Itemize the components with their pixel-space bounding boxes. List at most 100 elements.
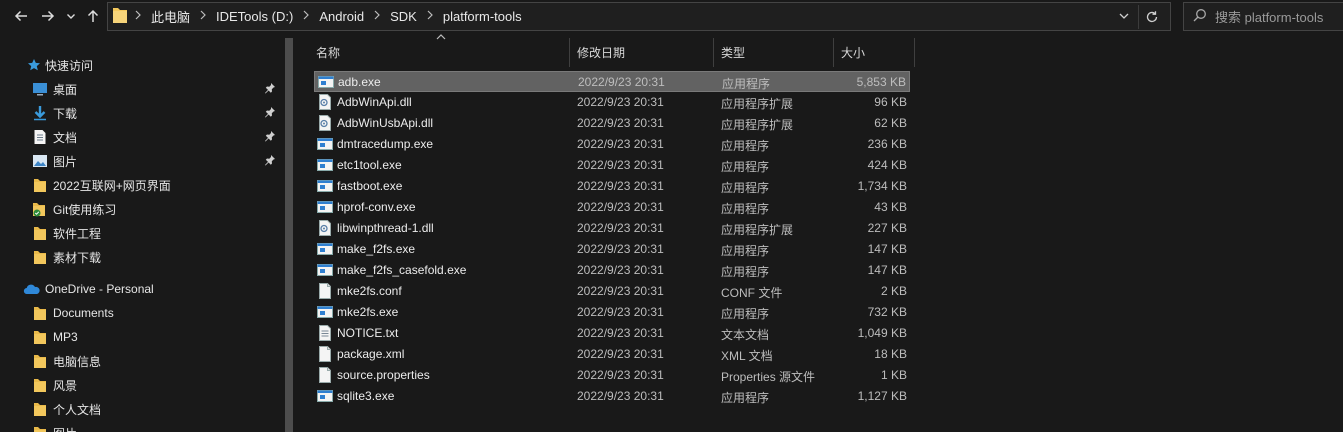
file-type: 应用程序 [721, 139, 770, 153]
exe-icon [318, 74, 334, 90]
sidebar-onedrive[interactable]: OneDrive - Personal [0, 278, 283, 300]
breadcrumb-separator-chevron-icon[interactable] [302, 10, 310, 23]
file-name[interactable]: fastboot.exe [337, 179, 402, 193]
file-name[interactable]: hprof-conv.exe [337, 200, 416, 214]
file-name[interactable]: sqlite3.exe [337, 389, 394, 403]
column-header-date[interactable]: 修改日期 [577, 37, 625, 67]
file-row[interactable]: source.properties 2022/9/23 20:31 Properti… [314, 365, 910, 386]
file-name[interactable]: NOTICE.txt [337, 326, 398, 340]
column-divider[interactable] [713, 38, 714, 67]
sidebar-item[interactable]: 风景 [0, 374, 283, 396]
file-type: 应用程序扩展 [721, 97, 794, 111]
file-name[interactable]: mke2fs.conf [337, 284, 402, 298]
sidebar-item-label: 电脑信息 [53, 354, 102, 369]
sidebar-item[interactable]: 素材下载 [0, 246, 283, 268]
file-type: 应用程序 [721, 181, 770, 195]
back-button[interactable] [10, 4, 32, 28]
file-name[interactable]: package.xml [337, 347, 404, 361]
pin-icon[interactable] [264, 106, 276, 121]
pin-icon[interactable] [264, 82, 276, 97]
file-name[interactable]: AdbWinApi.dll [337, 95, 412, 109]
file-row[interactable]: NOTICE.txt 2022/9/23 20:31 文本文档 1,049 KB [314, 323, 910, 344]
navigation-pane: 快速访问 桌面 下载 文档 图片 2022互联网+网页界面 Git使用练习 软件工程 素材下载… [0, 38, 283, 432]
sidebar-item[interactable]: 2022互联网+网页界面 [0, 174, 283, 196]
recent-locations-button[interactable] [62, 4, 80, 28]
breadcrumb-separator-chevron-icon[interactable] [199, 10, 207, 23]
file-name[interactable]: libwinpthread-1.dll [337, 221, 434, 235]
forward-button[interactable] [37, 4, 59, 28]
file-name[interactable]: make_f2fs.exe [337, 242, 415, 256]
pin-icon[interactable] [264, 130, 276, 145]
refresh-button[interactable] [1138, 5, 1164, 29]
column-divider[interactable] [833, 38, 834, 67]
column-divider[interactable] [569, 38, 570, 67]
file-row[interactable]: make_f2fs.exe 2022/9/23 20:31 应用程序 147 KB [314, 239, 910, 260]
search-box[interactable]: 搜索 platform-tools [1183, 2, 1343, 31]
dll-icon [317, 115, 333, 131]
sidebar-item[interactable]: 软件工程 [0, 222, 283, 244]
sidebar-quick-access[interactable]: 快速访问 [0, 54, 283, 76]
file-type: 应用程序 [722, 77, 771, 91]
file-size: 96 KB [874, 95, 907, 109]
file-row[interactable]: mke2fs.exe 2022/9/23 20:31 应用程序 732 KB [314, 302, 910, 323]
breadcrumb-separator-chevron-icon[interactable] [134, 10, 142, 23]
scrollbar-thumb[interactable] [285, 38, 293, 432]
file-name[interactable]: AdbWinUsbApi.dll [337, 116, 433, 130]
pin-icon[interactable] [264, 154, 276, 169]
sidebar-item[interactable]: 图片 [0, 422, 283, 432]
address-history-chevron-icon[interactable] [1118, 10, 1130, 25]
search-icon [1193, 8, 1207, 25]
file-row[interactable]: mke2fs.conf 2022/9/23 20:31 CONF 文件 2 KB [314, 281, 910, 302]
breadcrumb-item[interactable]: IDETools (D:) [216, 9, 293, 24]
file-row[interactable]: AdbWinApi.dll 2022/9/23 20:31 应用程序扩展 96 KB [314, 92, 910, 113]
file-name[interactable]: dmtracedump.exe [337, 137, 433, 151]
up-button[interactable] [82, 4, 104, 28]
sidebar-item[interactable]: 个人文档 [0, 398, 283, 420]
file-row[interactable]: adb.exe 2022/9/23 20:31 应用程序 5,853 KB [314, 71, 910, 92]
column-divider[interactable] [914, 38, 915, 67]
column-header-type[interactable]: 类型 [721, 37, 745, 67]
file-date-modified: 2022/9/23 20:31 [577, 305, 664, 319]
file-name[interactable]: make_f2fs_casefold.exe [337, 263, 466, 277]
picture-icon [32, 153, 48, 169]
file-name[interactable]: mke2fs.exe [337, 305, 398, 319]
file-row[interactable]: AdbWinUsbApi.dll 2022/9/23 20:31 应用程序扩展 62 … [314, 113, 910, 134]
breadcrumb-separator-chevron-icon[interactable] [426, 10, 434, 23]
file-row[interactable]: package.xml 2022/9/23 20:31 XML 文档 18 KB [314, 344, 910, 365]
file-row[interactable]: etc1tool.exe 2022/9/23 20:31 应用程序 424 KB [314, 155, 910, 176]
file-name[interactable]: etc1tool.exe [337, 158, 402, 172]
column-header-label: 类型 [721, 45, 746, 60]
column-header-label: 大小 [841, 45, 866, 60]
file-date-modified: 2022/9/23 20:31 [577, 95, 664, 109]
file-name[interactable]: adb.exe [338, 75, 381, 89]
dll-icon [317, 94, 333, 110]
breadcrumb-item[interactable]: platform-tools [443, 9, 522, 24]
file-row[interactable]: fastboot.exe 2022/9/23 20:31 应用程序 1,734 KB [314, 176, 910, 197]
arrow-right-icon [42, 10, 55, 22]
breadcrumb-item[interactable]: SDK [390, 9, 417, 24]
sidebar-item[interactable]: MP3 [0, 326, 283, 348]
file-icon [317, 367, 333, 383]
file-row[interactable]: sqlite3.exe 2022/9/23 20:31 应用程序 1,127 KB [314, 386, 910, 407]
column-header-size[interactable]: 大小 [841, 37, 865, 67]
sidebar-scrollbar[interactable] [282, 38, 296, 432]
chevron-down-icon [67, 14, 75, 19]
sidebar-item[interactable]: Documents [0, 302, 283, 324]
address-bar[interactable]: 此电脑 IDETools (D:) Android SDK platform-tools [107, 2, 1171, 31]
sidebar-item[interactable]: 电脑信息 [0, 350, 283, 372]
breadcrumb-item[interactable]: Android [319, 9, 364, 24]
column-header-name[interactable]: 名称 [316, 37, 340, 67]
file-row[interactable]: dmtracedump.exe 2022/9/23 20:31 应用程序 236 KB [314, 134, 910, 155]
sidebar-item[interactable]: 图片 [0, 150, 283, 172]
file-name[interactable]: source.properties [337, 368, 430, 382]
sidebar-item[interactable]: Git使用练习 [0, 198, 283, 220]
sidebar-item[interactable]: 下载 [0, 102, 283, 124]
download-icon [32, 105, 48, 121]
breadcrumb-item[interactable]: 此电脑 [151, 7, 190, 26]
sidebar-item[interactable]: 文档 [0, 126, 283, 148]
breadcrumb-separator-chevron-icon[interactable] [373, 10, 381, 23]
file-row[interactable]: hprof-conv.exe 2022/9/23 20:31 应用程序 43 KB [314, 197, 910, 218]
file-row[interactable]: make_f2fs_casefold.exe 2022/9/23 20:31 应用程… [314, 260, 910, 281]
file-row[interactable]: libwinpthread-1.dll 2022/9/23 20:31 应用程序扩展… [314, 218, 910, 239]
sidebar-item[interactable]: 桌面 [0, 78, 283, 100]
